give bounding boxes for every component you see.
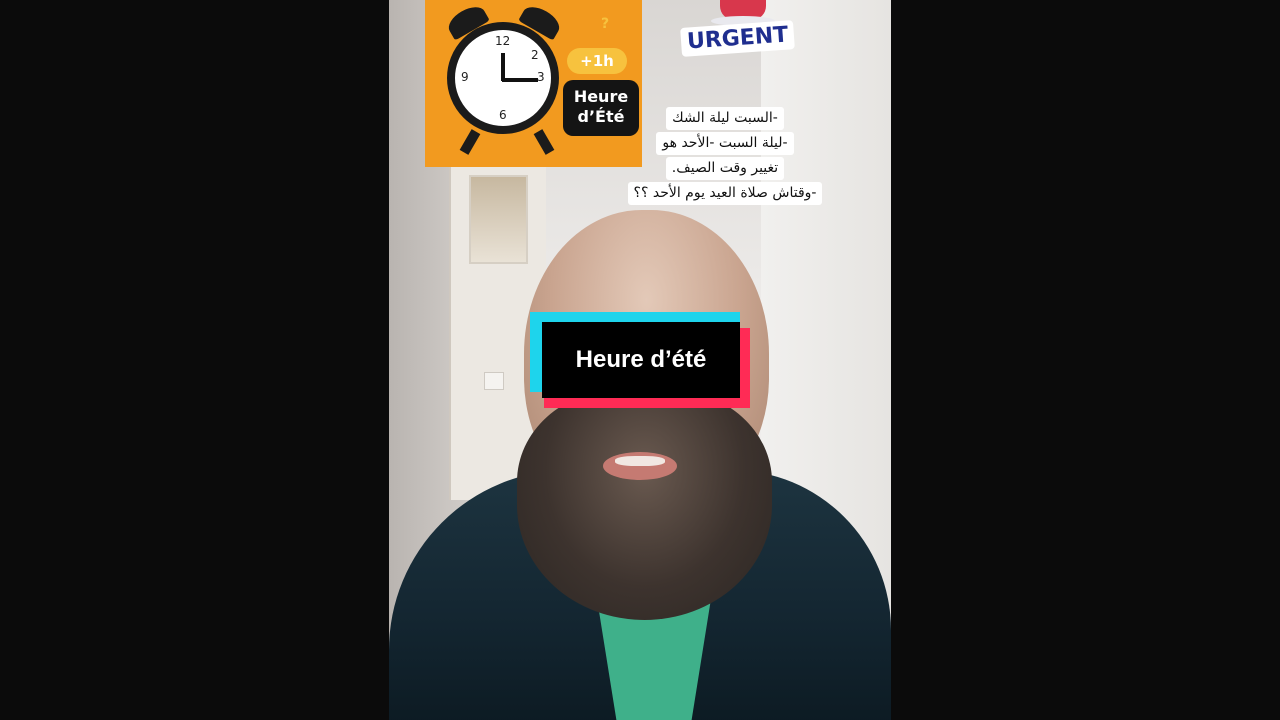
person-beard [517, 390, 772, 620]
clock-minute-hand [502, 78, 538, 82]
background-door-window [469, 175, 528, 264]
clock-leg-right [533, 129, 555, 155]
caption-text: -السبت ليلة الشك -ليلة السبت -الأحد هو ت… [605, 106, 845, 206]
caption-line-2: -ليلة السبت -الأحد هو [656, 132, 794, 155]
clock-number-9: 9 [461, 70, 469, 84]
title-box: Heure d’été [530, 312, 750, 408]
clock-hour-hand [501, 53, 505, 81]
person-teeth [615, 456, 665, 466]
video-frame[interactable]: 12 3 2 6 9 ? +1h Heure d’Été URGENT -الس… [389, 0, 891, 720]
caption-line-4: -وقتاش صلاة العيد يوم الأحد ؟؟ [627, 182, 823, 205]
clock-number-6: 6 [499, 108, 507, 122]
caption-line-3: تغيير وقت الصيف. [665, 157, 785, 180]
clock-number-3: 3 [537, 70, 545, 84]
question-mark: ? [601, 16, 610, 32]
light-switch [484, 372, 504, 390]
plus-one-hour-badge: +1h [567, 48, 627, 74]
badge-line-1: Heure [573, 87, 629, 106]
video-title: Heure d’été [542, 322, 740, 398]
clock-leg-left [459, 129, 481, 155]
clock-number-2: 2 [531, 48, 539, 62]
caption-line-1: -السبت ليلة الشك [666, 107, 784, 130]
clock-number-12: 12 [495, 34, 511, 48]
